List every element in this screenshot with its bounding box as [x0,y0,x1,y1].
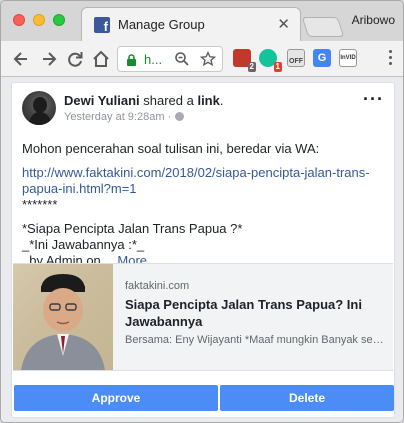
delete-button[interactable]: Delete [220,385,394,411]
home-icon[interactable] [91,49,111,69]
toolbar: h... 2 1 OFF G InVID [1,41,403,77]
globe-icon [175,112,184,121]
link-domain: faktakini.com [125,280,190,292]
off-icon[interactable]: OFF [287,49,305,67]
timestamp[interactable]: Yesterday at 9:28am · [64,111,171,123]
title-bar: f Manage Group ✕ Aribowo [1,1,403,41]
ublock-icon[interactable]: 2 [233,49,256,72]
page-content: Dewi Yuliani shared a link. Yesterday at… [1,78,403,422]
link-preview-thumbnail [13,264,113,370]
more-options-icon[interactable]: ··· [363,90,384,108]
pending-post-card: Dewi Yuliani shared a link. Yesterday at… [11,82,395,418]
shared-link-label[interactable]: link [197,93,219,108]
tab-title: Manage Group [118,17,205,32]
new-tab-button[interactable] [301,17,345,37]
action-end: . [219,93,224,108]
reload-icon[interactable] [65,49,85,69]
browser-menu-icon[interactable] [389,50,393,68]
zoom-icon[interactable] [174,51,190,67]
url-text: h... [144,52,163,67]
avatar[interactable] [22,91,56,125]
link-title[interactable]: Siapa Pencipta Jalan Trans Papua? Ini Ja… [125,296,387,330]
invid-icon[interactable]: InVID [339,49,357,67]
lock-icon [127,54,136,66]
post-line-2: _*Ini Jawabannya :*_ [22,237,145,252]
facebook-icon: f [94,17,110,33]
link-preview[interactable]: faktakini.com Siapa Pencipta Jalan Trans… [13,263,393,371]
portrait-image-icon [21,274,105,370]
post-intro: Mohon pencerahan soal tulisan ini, bered… [22,141,320,156]
tab-manage-group[interactable]: f Manage Group ✕ [81,7,301,41]
post-link[interactable]: http://www.faktakini.com/2018/02/siapa-p… [22,165,370,196]
back-arrow-icon[interactable] [11,49,31,69]
post-line-1: *Siapa Pencipta Jalan Trans Papua ?* [22,221,243,236]
grammarly-badge: 1 [273,62,282,72]
bookmark-star-icon[interactable] [200,51,216,67]
close-window-button[interactable] [13,14,25,26]
avatar-silhouette-icon [28,97,52,125]
post-header: Dewi Yuliani shared a link. [64,93,223,108]
translate-icon[interactable]: G [313,49,331,67]
grammarly-icon[interactable]: 1 [259,49,282,72]
maximize-window-button[interactable] [53,14,65,26]
minimize-window-button[interactable] [33,14,45,26]
forward-arrow-icon[interactable] [39,49,59,69]
browser-window: f Manage Group ✕ Aribowo h... 2 1 OFF G … [0,0,404,423]
post-body: Mohon pencerahan soal tulisan ini, bered… [22,141,384,269]
approve-button[interactable]: Approve [14,385,218,411]
tab-close-icon[interactable]: ✕ [277,15,290,33]
link-description: Bersama: Eny Wijayanti *Maaf mungkin Ban… [125,334,387,346]
post-stars: ******* [22,197,58,212]
moderation-actions: Approve Delete [14,385,394,411]
profile-name[interactable]: Aribowo [352,13,395,27]
ublock-badge: 2 [247,62,256,72]
action-text: shared a [139,93,198,108]
address-bar[interactable]: h... [117,46,223,72]
author-name[interactable]: Dewi Yuliani [64,93,140,108]
